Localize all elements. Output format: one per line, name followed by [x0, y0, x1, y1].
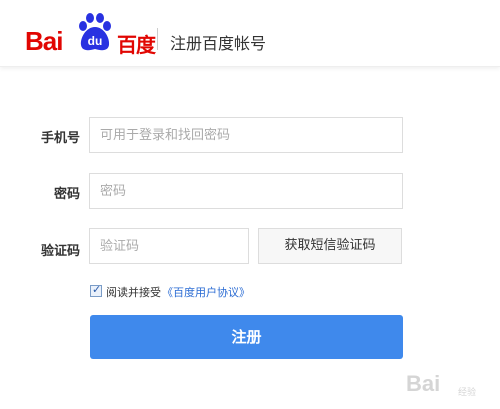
verification-code-label: 验证码: [40, 244, 80, 259]
phone-input[interactable]: [89, 117, 403, 153]
logo-latin-text: Bai: [25, 26, 63, 56]
page-title: 注册百度帐号: [170, 34, 267, 53]
watermark: Bai 经验: [406, 363, 494, 401]
phone-label: 手机号: [40, 131, 80, 146]
page-header: Bai du 百度 注册百度帐号: [0, 0, 500, 67]
password-label: 密码: [53, 187, 80, 202]
register-button[interactable]: 注册: [90, 315, 403, 359]
logo-paw-text: du: [88, 34, 103, 48]
password-input[interactable]: [89, 173, 403, 209]
header-divider: [157, 28, 158, 50]
agreement-text: 阅读并接受: [106, 286, 161, 299]
verification-code-input[interactable]: [89, 228, 249, 264]
baidu-paw-icon: du: [79, 13, 111, 51]
watermark-text: Bai: [406, 371, 441, 396]
user-agreement-link[interactable]: 《百度用户协议》: [162, 284, 250, 300]
logo-chinese-text: 百度: [117, 33, 156, 57]
get-sms-code-button[interactable]: 获取短信验证码: [258, 228, 402, 264]
checkbox-checked-icon: ✓: [92, 283, 102, 296]
watermark-subtext: 经验: [458, 388, 477, 398]
agreement-checkbox[interactable]: ✓: [90, 283, 102, 297]
baidu-logo[interactable]: Bai du 百度: [25, 12, 156, 57]
